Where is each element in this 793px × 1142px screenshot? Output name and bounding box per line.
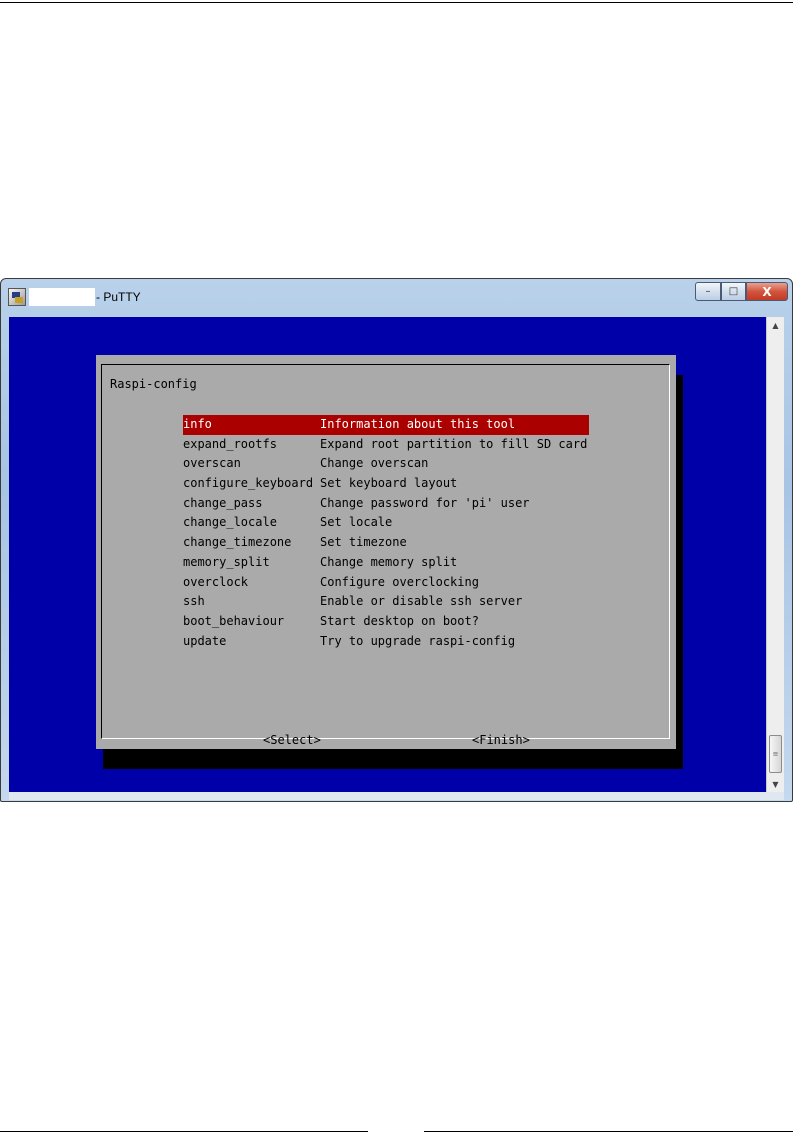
- menu-item-key: change_timezone: [183, 535, 292, 550]
- finish-button[interactable]: <Finish>: [472, 733, 530, 747]
- menu-item-description: Start desktop on boot?: [320, 613, 479, 628]
- raspi-config-dialog: Raspi-config info Information about this …: [96, 355, 676, 749]
- close-icon: X: [762, 284, 772, 299]
- minimize-icon: –: [705, 286, 711, 297]
- scroll-down-arrow-icon[interactable]: ▼: [767, 776, 784, 792]
- menu-item-ssh[interactable]: ssh Enable or disable ssh server: [183, 592, 589, 612]
- menu-item-description: Enable or disable ssh server: [320, 594, 523, 609]
- menu-item-key: info: [183, 417, 212, 431]
- menu-item-description: Change password for 'pi' user: [320, 495, 530, 510]
- menu-item-overscan[interactable]: overscan Change overscan: [183, 454, 589, 474]
- menu-item-key: expand_rootfs: [183, 436, 277, 451]
- menu-item-key: ssh: [183, 594, 205, 609]
- page-bottom-rule-right: [424, 1131, 793, 1132]
- menu-item-key: boot_behaviour: [183, 613, 285, 628]
- putty-window: - PuTTY – □ X Raspi-config info Informati…: [0, 278, 793, 802]
- maximize-icon: □: [728, 286, 739, 297]
- menu-list: info Information about this tool expand_ro…: [183, 415, 589, 651]
- menu-item-key: update: [183, 633, 227, 648]
- menu-item-info[interactable]: info Information about this tool: [183, 415, 589, 435]
- menu-item-key: memory_split: [183, 554, 270, 569]
- menu-item-description: Change overscan: [320, 456, 429, 471]
- menu-item-description: Try to upgrade raspi-config: [320, 633, 516, 648]
- menu-item-key: change_pass: [183, 495, 263, 510]
- window-title: - PuTTY: [96, 290, 141, 304]
- minimize-button[interactable]: –: [695, 282, 721, 301]
- select-button[interactable]: <Select>: [263, 733, 321, 747]
- menu-item-change-timezone[interactable]: change_timezone Set timezone: [183, 533, 589, 553]
- page-bottom-rule-left: [0, 1131, 368, 1132]
- dialog-title: Raspi-config: [110, 377, 197, 391]
- menu-item-description: Information about this tool: [320, 417, 516, 431]
- vertical-scrollbar[interactable]: ▲ ≡ ▼: [766, 317, 784, 792]
- menu-item-key: change_locale: [183, 515, 277, 530]
- menu-item-description: Set locale: [320, 515, 393, 530]
- menu-item-boot-behaviour[interactable]: boot_behaviour Start desktop on boot?: [183, 612, 589, 632]
- menu-item-update[interactable]: update Try to upgrade raspi-config: [183, 632, 589, 652]
- menu-item-change-pass[interactable]: change_pass Change password for 'pi' user: [183, 494, 589, 514]
- menu-item-description: Set keyboard layout: [320, 476, 458, 491]
- menu-item-key: configure_keyboard: [183, 476, 314, 491]
- redacted-hostname: [29, 288, 95, 306]
- menu-item-change-locale[interactable]: change_locale Set locale: [183, 513, 589, 533]
- menu-item-description: Change memory split: [320, 554, 458, 569]
- menu-item-memory-split[interactable]: memory_split Change memory split: [183, 553, 589, 573]
- menu-item-description: Expand root partition to fill SD card: [320, 436, 588, 451]
- menu-item-expand-rootfs[interactable]: expand_rootfs Expand root partition to fi…: [183, 435, 589, 455]
- menu-item-configure-keyboard[interactable]: configure_keyboard Set keyboard layout: [183, 474, 589, 494]
- menu-item-description: Set timezone: [320, 535, 407, 550]
- terminal-area[interactable]: Raspi-config info Information about this …: [9, 317, 766, 792]
- title-bar[interactable]: - PuTTY – □ X: [1, 279, 792, 315]
- scroll-up-arrow-icon[interactable]: ▲: [767, 317, 784, 333]
- grip-icon: ≡: [772, 750, 779, 758]
- maximize-button[interactable]: □: [721, 282, 746, 301]
- putty-app-icon[interactable]: [8, 288, 26, 306]
- menu-item-key: overscan: [183, 456, 241, 471]
- scroll-thumb[interactable]: ≡: [769, 735, 782, 773]
- page-top-rule: [0, 2, 793, 3]
- menu-item-description: Configure overclocking: [320, 574, 479, 589]
- close-button[interactable]: X: [746, 282, 788, 301]
- window-bottom-border: [9, 792, 784, 800]
- menu-item-key: overclock: [183, 574, 249, 589]
- menu-item-overclock[interactable]: overclock Configure overclocking: [183, 573, 589, 593]
